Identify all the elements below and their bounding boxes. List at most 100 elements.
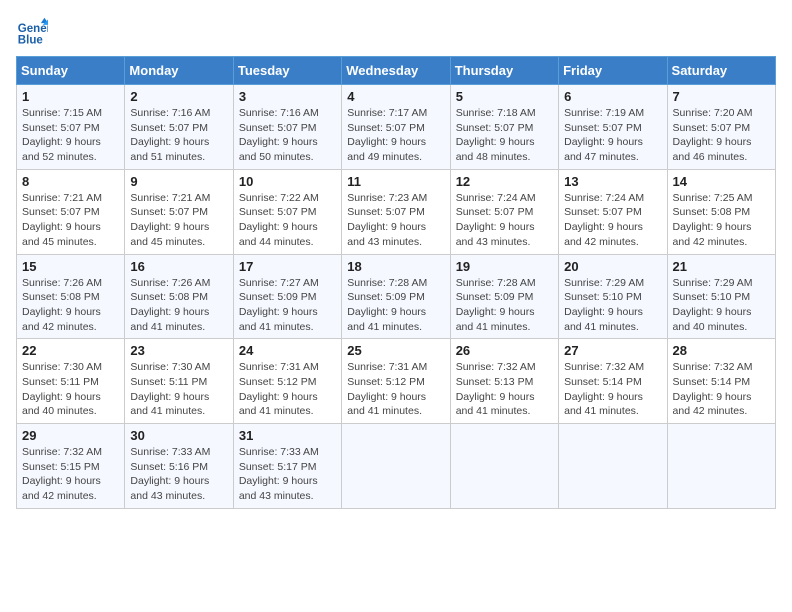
day-number: 24	[239, 343, 336, 358]
calendar-cell	[450, 424, 558, 509]
day-number: 31	[239, 428, 336, 443]
calendar-cell: 6 Sunrise: 7:19 AM Sunset: 5:07 PM Dayli…	[559, 85, 667, 170]
calendar-cell: 26 Sunrise: 7:32 AM Sunset: 5:13 PM Dayl…	[450, 339, 558, 424]
calendar-week-5: 29 Sunrise: 7:32 AM Sunset: 5:15 PM Dayl…	[17, 424, 776, 509]
day-detail: Sunrise: 7:18 AM Sunset: 5:07 PM Dayligh…	[456, 106, 553, 165]
calendar-cell: 7 Sunrise: 7:20 AM Sunset: 5:07 PM Dayli…	[667, 85, 775, 170]
day-header-tuesday: Tuesday	[233, 57, 341, 85]
day-detail: Sunrise: 7:24 AM Sunset: 5:07 PM Dayligh…	[564, 191, 661, 250]
day-detail: Sunrise: 7:28 AM Sunset: 5:09 PM Dayligh…	[347, 276, 444, 335]
calendar-cell: 4 Sunrise: 7:17 AM Sunset: 5:07 PM Dayli…	[342, 85, 450, 170]
day-header-wednesday: Wednesday	[342, 57, 450, 85]
day-detail: Sunrise: 7:32 AM Sunset: 5:15 PM Dayligh…	[22, 445, 119, 504]
logo-icon: General Blue	[16, 16, 48, 48]
day-number: 16	[130, 259, 227, 274]
day-number: 30	[130, 428, 227, 443]
day-detail: Sunrise: 7:33 AM Sunset: 5:16 PM Dayligh…	[130, 445, 227, 504]
day-header-friday: Friday	[559, 57, 667, 85]
calendar-cell: 12 Sunrise: 7:24 AM Sunset: 5:07 PM Dayl…	[450, 169, 558, 254]
calendar-cell: 28 Sunrise: 7:32 AM Sunset: 5:14 PM Dayl…	[667, 339, 775, 424]
day-header-monday: Monday	[125, 57, 233, 85]
calendar-cell: 14 Sunrise: 7:25 AM Sunset: 5:08 PM Dayl…	[667, 169, 775, 254]
day-detail: Sunrise: 7:30 AM Sunset: 5:11 PM Dayligh…	[22, 360, 119, 419]
calendar-cell: 29 Sunrise: 7:32 AM Sunset: 5:15 PM Dayl…	[17, 424, 125, 509]
day-number: 15	[22, 259, 119, 274]
day-detail: Sunrise: 7:26 AM Sunset: 5:08 PM Dayligh…	[130, 276, 227, 335]
day-number: 21	[673, 259, 770, 274]
day-detail: Sunrise: 7:17 AM Sunset: 5:07 PM Dayligh…	[347, 106, 444, 165]
day-number: 29	[22, 428, 119, 443]
day-detail: Sunrise: 7:21 AM Sunset: 5:07 PM Dayligh…	[22, 191, 119, 250]
calendar-cell: 20 Sunrise: 7:29 AM Sunset: 5:10 PM Dayl…	[559, 254, 667, 339]
day-number: 20	[564, 259, 661, 274]
calendar-cell: 2 Sunrise: 7:16 AM Sunset: 5:07 PM Dayli…	[125, 85, 233, 170]
calendar-cell	[667, 424, 775, 509]
day-number: 13	[564, 174, 661, 189]
calendar-cell: 21 Sunrise: 7:29 AM Sunset: 5:10 PM Dayl…	[667, 254, 775, 339]
header: General Blue	[16, 16, 776, 48]
calendar-table: SundayMondayTuesdayWednesdayThursdayFrid…	[16, 56, 776, 509]
calendar-week-2: 8 Sunrise: 7:21 AM Sunset: 5:07 PM Dayli…	[17, 169, 776, 254]
day-number: 23	[130, 343, 227, 358]
calendar-week-4: 22 Sunrise: 7:30 AM Sunset: 5:11 PM Dayl…	[17, 339, 776, 424]
day-number: 19	[456, 259, 553, 274]
day-number: 18	[347, 259, 444, 274]
day-header-sunday: Sunday	[17, 57, 125, 85]
calendar-cell: 23 Sunrise: 7:30 AM Sunset: 5:11 PM Dayl…	[125, 339, 233, 424]
day-detail: Sunrise: 7:31 AM Sunset: 5:12 PM Dayligh…	[347, 360, 444, 419]
calendar-cell: 19 Sunrise: 7:28 AM Sunset: 5:09 PM Dayl…	[450, 254, 558, 339]
day-detail: Sunrise: 7:29 AM Sunset: 5:10 PM Dayligh…	[564, 276, 661, 335]
calendar-cell	[559, 424, 667, 509]
day-number: 8	[22, 174, 119, 189]
day-detail: Sunrise: 7:32 AM Sunset: 5:14 PM Dayligh…	[564, 360, 661, 419]
day-detail: Sunrise: 7:19 AM Sunset: 5:07 PM Dayligh…	[564, 106, 661, 165]
day-detail: Sunrise: 7:33 AM Sunset: 5:17 PM Dayligh…	[239, 445, 336, 504]
day-number: 7	[673, 89, 770, 104]
day-number: 10	[239, 174, 336, 189]
calendar-cell: 11 Sunrise: 7:23 AM Sunset: 5:07 PM Dayl…	[342, 169, 450, 254]
calendar-cell: 30 Sunrise: 7:33 AM Sunset: 5:16 PM Dayl…	[125, 424, 233, 509]
logo: General Blue	[16, 16, 52, 48]
day-detail: Sunrise: 7:16 AM Sunset: 5:07 PM Dayligh…	[239, 106, 336, 165]
day-header-saturday: Saturday	[667, 57, 775, 85]
day-number: 5	[456, 89, 553, 104]
day-detail: Sunrise: 7:26 AM Sunset: 5:08 PM Dayligh…	[22, 276, 119, 335]
day-detail: Sunrise: 7:32 AM Sunset: 5:13 PM Dayligh…	[456, 360, 553, 419]
day-detail: Sunrise: 7:23 AM Sunset: 5:07 PM Dayligh…	[347, 191, 444, 250]
calendar-cell: 27 Sunrise: 7:32 AM Sunset: 5:14 PM Dayl…	[559, 339, 667, 424]
day-number: 2	[130, 89, 227, 104]
calendar-cell: 3 Sunrise: 7:16 AM Sunset: 5:07 PM Dayli…	[233, 85, 341, 170]
day-number: 9	[130, 174, 227, 189]
calendar-cell	[342, 424, 450, 509]
day-detail: Sunrise: 7:28 AM Sunset: 5:09 PM Dayligh…	[456, 276, 553, 335]
calendar-header: SundayMondayTuesdayWednesdayThursdayFrid…	[17, 57, 776, 85]
svg-text:Blue: Blue	[18, 35, 44, 47]
calendar-cell: 24 Sunrise: 7:31 AM Sunset: 5:12 PM Dayl…	[233, 339, 341, 424]
day-detail: Sunrise: 7:24 AM Sunset: 5:07 PM Dayligh…	[456, 191, 553, 250]
day-number: 14	[673, 174, 770, 189]
calendar-cell: 17 Sunrise: 7:27 AM Sunset: 5:09 PM Dayl…	[233, 254, 341, 339]
day-header-thursday: Thursday	[450, 57, 558, 85]
day-number: 4	[347, 89, 444, 104]
calendar-cell: 25 Sunrise: 7:31 AM Sunset: 5:12 PM Dayl…	[342, 339, 450, 424]
calendar-cell: 10 Sunrise: 7:22 AM Sunset: 5:07 PM Dayl…	[233, 169, 341, 254]
calendar-cell: 15 Sunrise: 7:26 AM Sunset: 5:08 PM Dayl…	[17, 254, 125, 339]
day-detail: Sunrise: 7:32 AM Sunset: 5:14 PM Dayligh…	[673, 360, 770, 419]
calendar-cell: 8 Sunrise: 7:21 AM Sunset: 5:07 PM Dayli…	[17, 169, 125, 254]
day-detail: Sunrise: 7:21 AM Sunset: 5:07 PM Dayligh…	[130, 191, 227, 250]
calendar-cell: 16 Sunrise: 7:26 AM Sunset: 5:08 PM Dayl…	[125, 254, 233, 339]
day-detail: Sunrise: 7:27 AM Sunset: 5:09 PM Dayligh…	[239, 276, 336, 335]
day-detail: Sunrise: 7:15 AM Sunset: 5:07 PM Dayligh…	[22, 106, 119, 165]
calendar-cell: 13 Sunrise: 7:24 AM Sunset: 5:07 PM Dayl…	[559, 169, 667, 254]
calendar-cell: 18 Sunrise: 7:28 AM Sunset: 5:09 PM Dayl…	[342, 254, 450, 339]
day-detail: Sunrise: 7:22 AM Sunset: 5:07 PM Dayligh…	[239, 191, 336, 250]
calendar-cell: 9 Sunrise: 7:21 AM Sunset: 5:07 PM Dayli…	[125, 169, 233, 254]
calendar-cell: 31 Sunrise: 7:33 AM Sunset: 5:17 PM Dayl…	[233, 424, 341, 509]
day-number: 1	[22, 89, 119, 104]
calendar-cell: 5 Sunrise: 7:18 AM Sunset: 5:07 PM Dayli…	[450, 85, 558, 170]
day-detail: Sunrise: 7:16 AM Sunset: 5:07 PM Dayligh…	[130, 106, 227, 165]
day-number: 3	[239, 89, 336, 104]
calendar-week-3: 15 Sunrise: 7:26 AM Sunset: 5:08 PM Dayl…	[17, 254, 776, 339]
day-number: 11	[347, 174, 444, 189]
day-detail: Sunrise: 7:20 AM Sunset: 5:07 PM Dayligh…	[673, 106, 770, 165]
